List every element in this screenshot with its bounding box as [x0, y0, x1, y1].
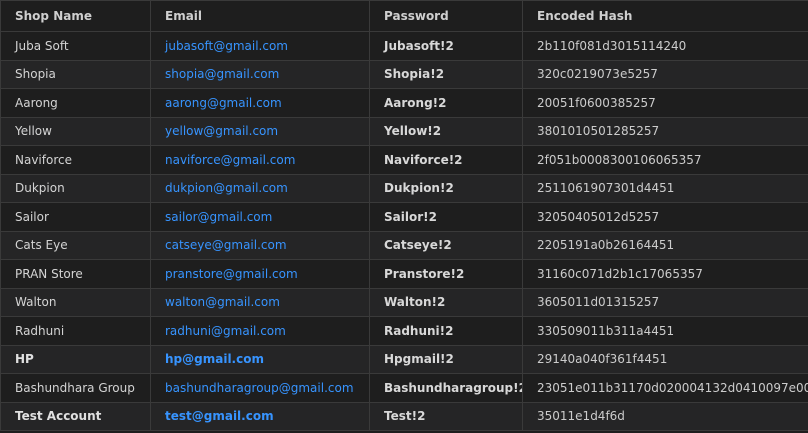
password-cell: Jubasoft!2: [369, 31, 523, 61]
table-body: Juba Soft jubasoft@gmail.com Jubasoft!2 2b1…: [0, 31, 808, 431]
email-cell[interactable]: sailor@gmail.com: [150, 202, 370, 232]
shop-name-cell: Cats Eye: [0, 230, 151, 260]
table-row[interactable]: Shopia shopia@gmail.com Shopia!2 320c021907…: [0, 59, 808, 89]
header-encoded-hash[interactable]: Encoded Hash: [522, 0, 808, 32]
header-shop-name[interactable]: Shop Name: [0, 0, 151, 32]
email-cell[interactable]: naviforce@gmail.com: [150, 145, 370, 175]
shop-name-cell: HP: [0, 344, 151, 374]
table-row[interactable]: HP hp@gmail.com Hpgmail!2 29140a040f361f445…: [0, 344, 808, 374]
password-cell: Catseye!2: [369, 230, 523, 260]
email-cell[interactable]: pranstore@gmail.com: [150, 259, 370, 289]
hash-cell: 3801010501285257: [522, 116, 808, 146]
password-cell: Bashundharagroup!2: [369, 373, 523, 403]
hash-cell: 23051e011b31170d020004132d0410097e00: [522, 373, 808, 403]
password-cell: Shopia!2: [369, 59, 523, 89]
hash-cell: 32050405012d5257: [522, 202, 808, 232]
shop-name-cell: Bashundhara Group: [0, 373, 151, 403]
shop-name-cell: Walton: [0, 287, 151, 317]
table-row[interactable]: Dukpion dukpion@gmail.com Dukpion!2 2511061…: [0, 173, 808, 203]
table-row[interactable]: Radhuni radhuni@gmail.com Radhuni!2 3305090…: [0, 316, 808, 346]
hash-cell: 31160c071d2b1c17065357: [522, 259, 808, 289]
password-cell: Yellow!2: [369, 116, 523, 146]
table-row[interactable]: PRAN Store pranstore@gmail.com Pranstore!2…: [0, 259, 808, 289]
password-cell: Radhuni!2: [369, 316, 523, 346]
email-cell[interactable]: aarong@gmail.com: [150, 88, 370, 118]
hash-cell: 2511061907301d4451: [522, 173, 808, 203]
table-row[interactable]: Test Account test@gmail.com Test!2 35011e1d…: [0, 401, 808, 431]
table-row[interactable]: Cats Eye catseye@gmail.com Catseye!2 220519…: [0, 230, 808, 260]
email-cell[interactable]: jubasoft@gmail.com: [150, 31, 370, 61]
shop-name-cell: Radhuni: [0, 316, 151, 346]
shop-name-cell: Yellow: [0, 116, 151, 146]
shop-name-cell: Aarong: [0, 88, 151, 118]
email-cell[interactable]: radhuni@gmail.com: [150, 316, 370, 346]
shop-name-cell: Naviforce: [0, 145, 151, 175]
hash-cell: 320c0219073e5257: [522, 59, 808, 89]
email-cell[interactable]: test@gmail.com: [150, 401, 370, 431]
email-cell[interactable]: hp@gmail.com: [150, 344, 370, 374]
table-header-row: Shop Name Email Password Encoded Hash: [0, 0, 808, 32]
email-cell[interactable]: bashundharagroup@gmail.com: [150, 373, 370, 403]
shop-name-cell: Juba Soft: [0, 31, 151, 61]
table-row[interactable]: Juba Soft jubasoft@gmail.com Jubasoft!2 2b1…: [0, 31, 808, 61]
header-password[interactable]: Password: [369, 0, 523, 32]
password-cell: Walton!2: [369, 287, 523, 317]
shop-name-cell: Sailor: [0, 202, 151, 232]
password-cell: Naviforce!2: [369, 145, 523, 175]
hash-cell: 2f051b0008300106065357: [522, 145, 808, 175]
email-cell[interactable]: yellow@gmail.com: [150, 116, 370, 146]
email-cell[interactable]: catseye@gmail.com: [150, 230, 370, 260]
password-cell: Sailor!2: [369, 202, 523, 232]
password-cell: Aarong!2: [369, 88, 523, 118]
table-row[interactable]: Aarong aarong@gmail.com Aarong!2 20051f0600…: [0, 88, 808, 118]
password-cell: Test!2: [369, 401, 523, 431]
table-row[interactable]: Sailor sailor@gmail.com Sailor!2 3205040501…: [0, 202, 808, 232]
hash-cell: 330509011b311a4451: [522, 316, 808, 346]
hash-cell: 35011e1d4f6d: [522, 401, 808, 431]
password-cell: Dukpion!2: [369, 173, 523, 203]
credentials-table: Shop Name Email Password Encoded Hash Ju…: [0, 0, 808, 431]
email-cell[interactable]: walton@gmail.com: [150, 287, 370, 317]
password-cell: Hpgmail!2: [369, 344, 523, 374]
shop-name-cell: Shopia: [0, 59, 151, 89]
email-cell[interactable]: shopia@gmail.com: [150, 59, 370, 89]
header-email[interactable]: Email: [150, 0, 370, 32]
hash-cell: 3605011d01315257: [522, 287, 808, 317]
email-cell[interactable]: dukpion@gmail.com: [150, 173, 370, 203]
table-row[interactable]: Bashundhara Group bashundharagroup@gmail.…: [0, 373, 808, 403]
table-row[interactable]: Walton walton@gmail.com Walton!2 3605011d01…: [0, 287, 808, 317]
shop-name-cell: Dukpion: [0, 173, 151, 203]
table-row[interactable]: Yellow yellow@gmail.com Yellow!2 3801010501…: [0, 116, 808, 146]
hash-cell: 2205191a0b26164451: [522, 230, 808, 260]
shop-name-cell: PRAN Store: [0, 259, 151, 289]
shop-name-cell: Test Account: [0, 401, 151, 431]
hash-cell: 29140a040f361f4451: [522, 344, 808, 374]
hash-cell: 2b110f081d3015114240: [522, 31, 808, 61]
hash-cell: 20051f0600385257: [522, 88, 808, 118]
password-cell: Pranstore!2: [369, 259, 523, 289]
table-row[interactable]: Naviforce naviforce@gmail.com Naviforce!2 2…: [0, 145, 808, 175]
